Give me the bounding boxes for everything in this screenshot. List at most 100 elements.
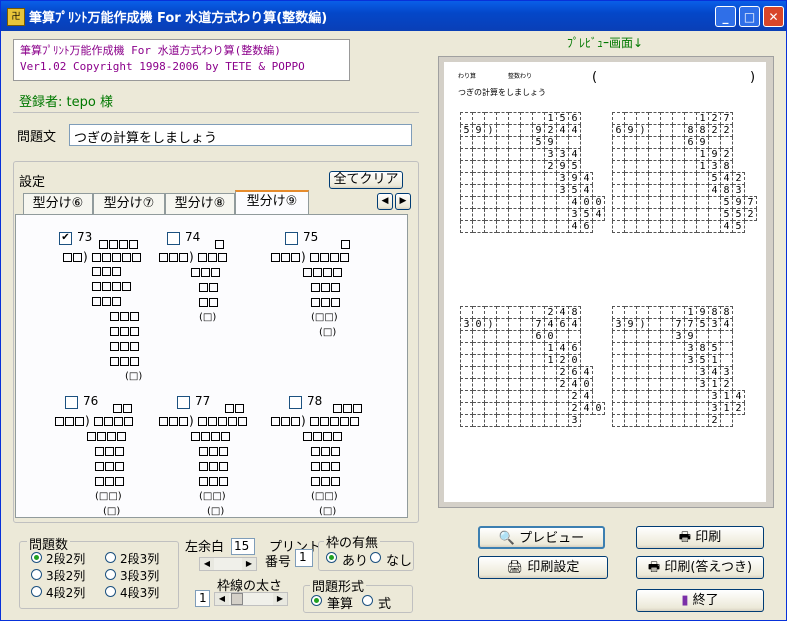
preview-cell [636, 172, 649, 185]
problem-count-radio-4[interactable] [31, 586, 42, 597]
pattern-74-checkbox[interactable] [167, 232, 180, 245]
format-written-radio[interactable] [311, 595, 322, 606]
title-bar[interactable]: 卍 筆算ﾌﾟﾘﾝﾄ万能作成機 For 水道方式わり算(整数編) _ □ ✕ [1, 1, 786, 31]
tab-pattern-7[interactable]: 型分け⑦ [93, 193, 165, 215]
preview-cell: 9 [624, 124, 637, 137]
preview-cell: 3 [460, 318, 473, 331]
pattern-78-checkbox[interactable] [289, 396, 302, 409]
line-width-decrease-arrow[interactable]: ◀ [215, 593, 229, 605]
line-width-input[interactable]: 1 [195, 590, 210, 607]
tab-pattern-6[interactable]: 型分け⑥ [23, 193, 93, 215]
preview-cell [460, 136, 473, 149]
margin-input[interactable]: 15 [231, 538, 255, 555]
preview-cell [568, 136, 581, 149]
print-settings-button[interactable]: 🖨 印刷設定 [478, 556, 608, 579]
tab-pattern-9[interactable]: 型分け⑨ [235, 190, 309, 216]
print-answers-button[interactable]: 🖶 印刷(答えつき) [636, 556, 764, 579]
print-settings-icon: 🖨 [506, 560, 524, 575]
preview-cell [672, 220, 685, 233]
preview-cell: 9 [624, 318, 637, 331]
problem-count-radio-3[interactable] [105, 569, 116, 580]
tab-pattern-8[interactable]: 型分け⑧ [165, 193, 235, 215]
preview-cell [544, 378, 557, 391]
preview-cell [684, 378, 697, 391]
minimize-button[interactable]: _ [715, 6, 736, 27]
preview-cell [532, 306, 545, 319]
preview-cell [648, 184, 661, 197]
preview-cell [532, 148, 545, 161]
exit-button[interactable]: ▮ 終了 [636, 589, 764, 612]
preview-cell: 5 [732, 220, 745, 233]
preview-cell: 4 [720, 220, 733, 233]
line-width-scrollbar[interactable]: ◀ ▶ [214, 592, 288, 606]
preview-cell [624, 378, 637, 391]
window-title: 筆算ﾌﾟﾘﾝﾄ万能作成機 For 水道方式わり算(整数編) [29, 11, 328, 26]
preview-cell [660, 220, 673, 233]
problem-count-radio-5[interactable] [105, 586, 116, 597]
preview-cell [660, 184, 673, 197]
preview-cell [660, 414, 673, 427]
preview-instruction: つぎの計算をしましょう [458, 88, 546, 97]
pattern-73-checkbox[interactable]: ✔ [59, 232, 72, 245]
preview-cell [672, 124, 685, 137]
preview-cell [624, 136, 637, 149]
divider [13, 112, 419, 113]
preview-cell: 1 [708, 378, 721, 391]
close-button[interactable]: ✕ [763, 6, 784, 27]
tab-scroll-right-button[interactable]: ▶ [395, 193, 411, 210]
registered-user: 登録者: tepo 様 [19, 95, 113, 110]
tab-scroll-left-button[interactable]: ◀ [377, 193, 393, 210]
app-icon[interactable]: 卍 [7, 8, 25, 26]
print-button[interactable]: 🖶 印刷 [636, 526, 764, 549]
margin-scrollbar[interactable]: ◀ ▶ [199, 557, 257, 571]
clear-all-button[interactable]: 全てクリア [329, 171, 403, 189]
preview-cell [472, 402, 485, 415]
margin-increase-arrow[interactable]: ▶ [242, 558, 256, 570]
preview-cell [612, 172, 625, 185]
margin-decrease-arrow[interactable]: ◀ [200, 558, 214, 570]
preview-cell: 9 [472, 124, 485, 137]
preview-cell [532, 354, 545, 367]
preview-cell: 9 [696, 306, 709, 319]
preview-cell: 5 [460, 124, 473, 137]
pattern-77-checkbox[interactable] [177, 396, 190, 409]
preview-cell [472, 306, 485, 319]
frame-on-radio[interactable] [326, 552, 337, 563]
preview-cell: 3 [684, 354, 697, 367]
pattern-76-checkbox[interactable] [65, 396, 78, 409]
question-input[interactable]: つぎの計算をしましょう [69, 124, 412, 146]
preview-cell [684, 148, 697, 161]
problem-count-radio-0[interactable] [31, 552, 42, 563]
preview-cell [520, 318, 533, 331]
preview-problem-2: 1 2 7 6 9) 8 8 2 2 6 9 1 9 2 1 3 8 5 4 2 4 8 3 5 9 7 5 5 2 4 5 [612, 112, 757, 233]
preview-cell: 9 [568, 172, 581, 185]
preview-cell [484, 390, 497, 403]
problem-count-radio-2[interactable] [31, 569, 42, 580]
preview-cell [624, 220, 637, 233]
line-width-increase-arrow[interactable]: ▶ [273, 593, 287, 605]
preview-cell: 4 [556, 342, 569, 355]
preview-cell: 3 [556, 148, 569, 161]
preview-cell: 2 [708, 414, 721, 427]
preview-cell [612, 220, 625, 233]
problem-count-radio-1[interactable] [105, 552, 116, 563]
preview-cell [648, 354, 661, 367]
preview-cell [672, 414, 685, 427]
preview-cell [636, 342, 649, 355]
preview-cell [660, 160, 673, 173]
format-expression-radio[interactable] [362, 595, 373, 606]
preview-cell: 1 [544, 112, 557, 125]
preview-cell [624, 390, 637, 403]
preview-cell: 4 [708, 184, 721, 197]
preview-cell [472, 196, 485, 209]
print-number-input[interactable]: 1 [295, 549, 313, 567]
preview-cell [612, 390, 625, 403]
pattern-75-checkbox[interactable] [285, 232, 298, 245]
frame-off-radio[interactable] [370, 552, 381, 563]
preview-cell [648, 366, 661, 379]
preview-button[interactable]: 🔍 プレビュー [478, 526, 605, 549]
pattern-78-number: 78 [307, 394, 323, 408]
preview-cell [684, 390, 697, 403]
line-width-thumb[interactable] [231, 593, 243, 605]
maximize-button[interactable]: □ [739, 6, 760, 27]
